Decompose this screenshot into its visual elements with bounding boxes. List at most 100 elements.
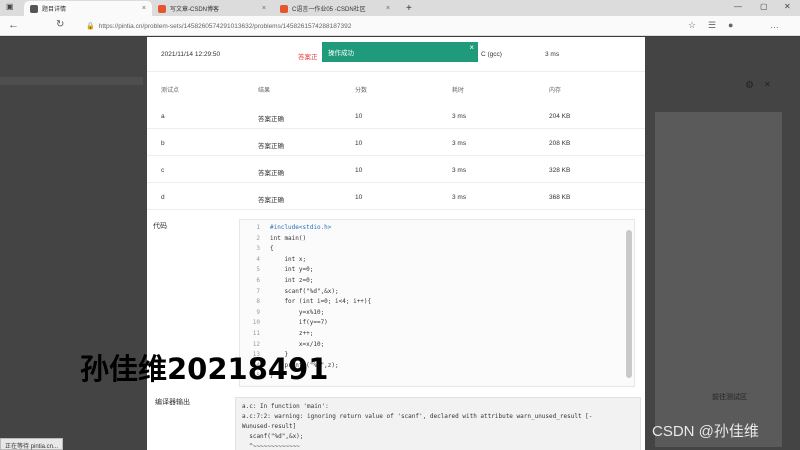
code-text: int z=0; <box>270 277 314 284</box>
lock-icon: 🔒 <box>86 23 95 30</box>
tab-csdn-community[interactable]: C语言一作业05 -CSDN社区 × <box>274 1 396 16</box>
cell-result: 答案正确 <box>258 170 284 177</box>
cell-time: 3 ms <box>452 140 467 147</box>
page-icon <box>30 4 38 13</box>
profile-icon[interactable]: ● <box>728 20 733 30</box>
code-scrollbar[interactable] <box>626 230 632 378</box>
close-icon[interactable]: × <box>142 5 146 12</box>
cell-memory: 204 KB <box>549 113 571 120</box>
cell-score: 10 <box>355 167 363 174</box>
line-number: 9 <box>256 308 260 316</box>
cell-test-point: c <box>161 167 165 174</box>
line-number: 2 <box>256 234 260 242</box>
cell-test-point: d <box>161 194 165 201</box>
line-number: 1 <box>256 224 260 231</box>
compiler-output-box: a.c: In function 'main': a.c:7:2: warning… <box>235 397 641 450</box>
close-icon[interactable]: × <box>469 43 474 52</box>
line-number: 3 <box>256 245 260 253</box>
line-number: 8 <box>256 298 260 306</box>
tab-label: 写文章-CSDN博客 <box>170 7 219 13</box>
favorites-star-icon[interactable]: ☆ <box>688 20 696 31</box>
line-number: 10 <box>252 319 260 327</box>
line-number: 11 <box>252 330 260 337</box>
close-icon[interactable]: × <box>262 5 266 12</box>
minimize-icon[interactable]: — <box>734 2 742 11</box>
close-icon[interactable]: × <box>386 5 390 12</box>
tab-bar: 题目详情 × 写文章-CSDN博客 × C语言一作业05 -CSDN社区 × +… <box>0 0 800 16</box>
collections-icon[interactable]: ☰ <box>708 20 716 31</box>
toast-text: 操作成功 <box>328 50 354 57</box>
csdn-icon <box>280 4 288 13</box>
code-text: if(y==7) <box>270 319 328 327</box>
header-score: 分数 <box>355 88 368 94</box>
cell-result: 答案正确 <box>258 143 284 150</box>
submit-time: 2021/11/14 12:29:50 <box>161 51 221 58</box>
code-line: 4 int x; <box>240 256 620 266</box>
compiler-output-line: ^~~~~~~~~~~~~~ <box>242 443 300 450</box>
cell-memory: 208 KB <box>549 140 571 147</box>
expand-icon: ✕ <box>764 80 771 89</box>
cell-result: 答案正确 <box>258 197 284 204</box>
code-text: int main() <box>270 234 307 242</box>
more-icon[interactable]: … <box>770 20 779 30</box>
result-status: 答案正 <box>298 54 318 61</box>
compiler-name: C (gcc) <box>481 51 502 58</box>
cell-memory: 328 KB <box>549 167 571 174</box>
new-tab-button[interactable]: + <box>400 1 414 16</box>
success-toast: 操作成功 × <box>322 42 478 62</box>
run-time: 3 ms <box>545 51 560 58</box>
code-label: 代码 <box>153 223 167 230</box>
tab-problem-detail[interactable]: 题目详情 × <box>24 1 152 16</box>
cell-score: 10 <box>355 140 363 147</box>
cell-time: 3 ms <box>452 113 467 120</box>
header-result: 结果 <box>258 88 271 94</box>
code-line: 10 if(y==7) <box>240 319 620 329</box>
compiler-output-line: a.c: In function 'main': <box>242 403 329 410</box>
student-name-overlay: 孙佳维20218491 <box>80 352 329 386</box>
refresh-icon[interactable]: ↻ <box>56 19 64 30</box>
table-row-divider <box>147 182 645 183</box>
tab-csdn-write[interactable]: 写文章-CSDN博客 × <box>152 1 272 16</box>
code-text: y=x%10; <box>270 308 325 316</box>
csdn-icon <box>158 4 166 13</box>
close-window-icon[interactable]: ✕ <box>784 2 791 11</box>
code-line: 11 z++; <box>240 330 620 340</box>
back-icon[interactable]: ← <box>8 19 19 31</box>
code-text: { <box>270 245 274 253</box>
cell-memory: 368 KB <box>549 194 571 201</box>
maximize-icon[interactable]: ▢ <box>760 2 768 11</box>
browser-toolbar: ← ↻ 🔒 https://pintia.cn/problem-sets/145… <box>0 16 800 36</box>
cell-score: 10 <box>355 113 363 120</box>
code-text: scanf("%d",&x); <box>270 287 339 295</box>
tab-actions-icon[interactable]: ▣ <box>6 2 14 11</box>
line-number: 6 <box>256 277 260 284</box>
cell-time: 3 ms <box>452 194 467 201</box>
csdn-watermark: CSDN @孙佳维 <box>652 423 759 440</box>
header-memory: 内存 <box>549 88 562 94</box>
line-number: 7 <box>256 287 260 295</box>
compiler-output-label: 编译器输出 <box>155 399 190 406</box>
cell-score: 10 <box>355 194 363 201</box>
table-row-divider <box>147 155 645 156</box>
code-text: z++; <box>270 330 314 337</box>
tab-label: C语言一作业05 -CSDN社区 <box>292 7 366 13</box>
code-text: int x; <box>270 255 307 263</box>
line-number: 5 <box>256 266 260 274</box>
code-text: int y=0; <box>270 266 314 274</box>
compiler-output-line: scanf("%d",&x); <box>242 433 304 440</box>
cell-test-point: a <box>161 113 165 120</box>
table-row-divider <box>147 128 645 129</box>
go-test-area-button: 前往测试区 <box>712 394 747 401</box>
address-bar[interactable]: 🔒 https://pintia.cn/problem-sets/1458260… <box>82 19 680 33</box>
submission-detail-modal: 2021/11/14 12:29:50 答案正 C (gcc) 3 ms 测试点… <box>147 37 645 450</box>
code-text: #include<stdio.h> <box>270 224 332 231</box>
header-time: 耗时 <box>452 88 465 94</box>
code-line: 6 int z=0; <box>240 277 620 287</box>
code-line: 2 int main() <box>240 235 620 245</box>
divider <box>147 71 645 72</box>
compiler-output-line: Wunused-result] <box>242 423 297 430</box>
line-number: 4 <box>256 255 260 263</box>
code-line: 9 y=x%10; <box>240 309 620 319</box>
backdrop-header-strip <box>0 77 143 85</box>
header-test-point: 测试点 <box>161 88 180 94</box>
